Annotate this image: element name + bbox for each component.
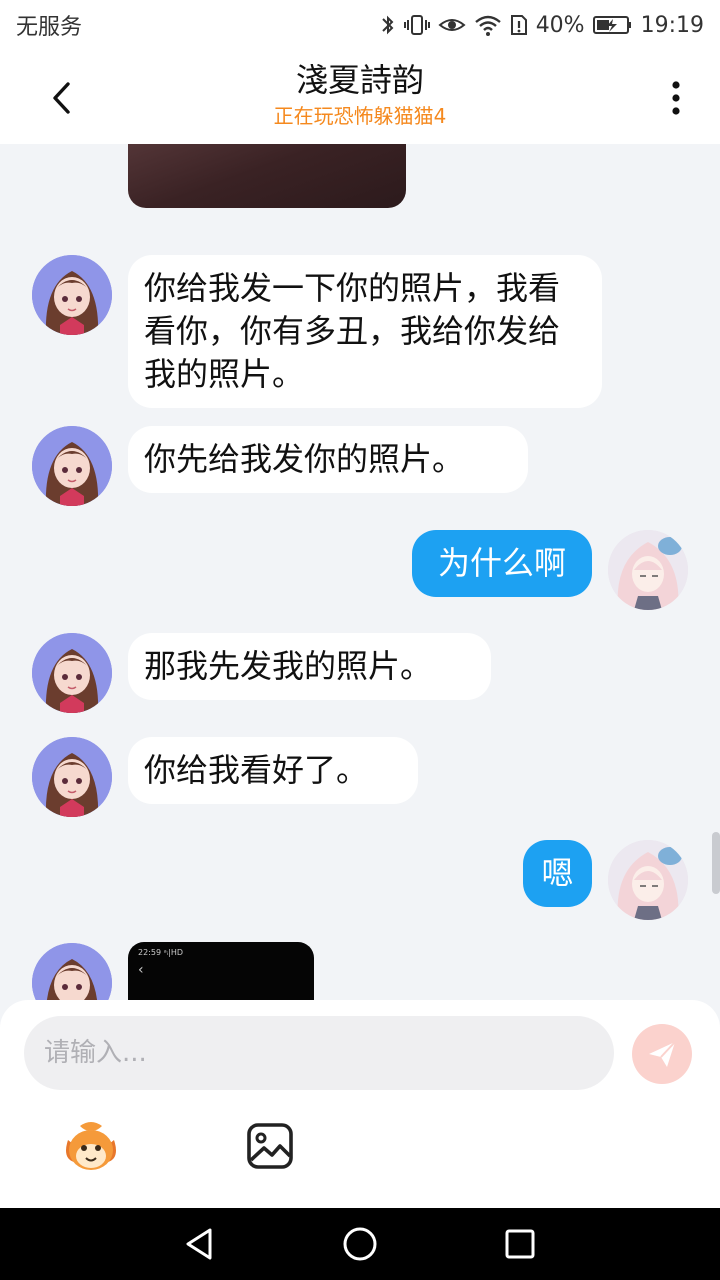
incoming-message: 那我先发我的照片。 (128, 633, 491, 700)
square-recents-icon (505, 1229, 535, 1259)
screenshot-back-glyph: ‹ (138, 962, 144, 978)
outgoing-message: 嗯 (523, 840, 592, 907)
incoming-message: 你先给我发你的照片。 (128, 426, 528, 493)
contact-avatar[interactable] (32, 255, 112, 335)
my-avatar[interactable] (608, 530, 688, 610)
contact-avatar[interactable] (32, 633, 112, 713)
system-navigation-bar (0, 1208, 720, 1280)
status-icons: 40% 19:19 (380, 13, 704, 38)
emoji-button[interactable] (60, 1118, 122, 1176)
scrollbar[interactable] (712, 832, 720, 894)
screenshot-status-text: 22:59 ᵃᵢ|HD (138, 948, 184, 957)
image-message-screenshot[interactable]: 22:59 ᵃᵢ|HD ‹ (128, 942, 314, 1000)
wifi-icon (474, 13, 502, 37)
contact-avatar[interactable] (32, 737, 112, 817)
send-button[interactable] (632, 1024, 692, 1084)
clock: 19:19 (640, 12, 704, 38)
carrier-label: 无服务 (16, 15, 83, 40)
outgoing-message: 为什么啊 (412, 530, 592, 597)
battery-percent: 40% (535, 12, 585, 38)
chevron-left-icon (53, 82, 70, 114)
back-button[interactable] (36, 72, 88, 124)
message-list[interactable]: 你给我发一下你的照片，我看看你，你有多丑，我给你发给我的照片。 你先给我发你的照… (0, 144, 720, 1000)
eye-comfort-icon (438, 13, 466, 37)
circle-home-icon (343, 1227, 377, 1261)
status-bar: 无服务 40% 19:19 (0, 0, 720, 50)
more-options-button[interactable] (658, 72, 694, 124)
title-block: 淺夏詩韵 正在玩恐怖躲猫猫4 (160, 60, 560, 130)
bluetooth-icon (380, 13, 396, 37)
activity-status: 正在玩恐怖躲猫猫4 (273, 104, 447, 128)
vibrate-icon (403, 13, 430, 37)
battery-charging-icon (592, 13, 633, 37)
image-icon (247, 1123, 293, 1169)
image-message-top[interactable] (128, 144, 406, 208)
composer-panel (0, 1000, 720, 1208)
image-picker-button[interactable] (246, 1122, 294, 1170)
contact-avatar[interactable] (32, 426, 112, 506)
my-avatar[interactable] (608, 840, 688, 920)
nav-back-button[interactable] (178, 1222, 222, 1266)
sim-alert-icon (510, 13, 528, 37)
mascot-emoji-icon (66, 1122, 116, 1170)
nav-recents-button[interactable] (498, 1222, 542, 1266)
incoming-message: 你给我看好了。 (128, 737, 418, 804)
more-vertical-icon (672, 81, 680, 115)
nav-home-button[interactable] (338, 1222, 382, 1266)
send-icon (649, 1041, 676, 1067)
page-title: 淺夏詩韵 (295, 61, 424, 99)
incoming-message: 你给我发一下你的照片，我看看你，你有多丑，我给你发给我的照片。 (128, 255, 602, 408)
chat-header: 淺夏詩韵 正在玩恐怖躲猫猫4 (0, 50, 720, 144)
message-input[interactable] (24, 1016, 614, 1090)
contact-avatar[interactable] (32, 943, 112, 1000)
triangle-back-icon (186, 1228, 212, 1260)
